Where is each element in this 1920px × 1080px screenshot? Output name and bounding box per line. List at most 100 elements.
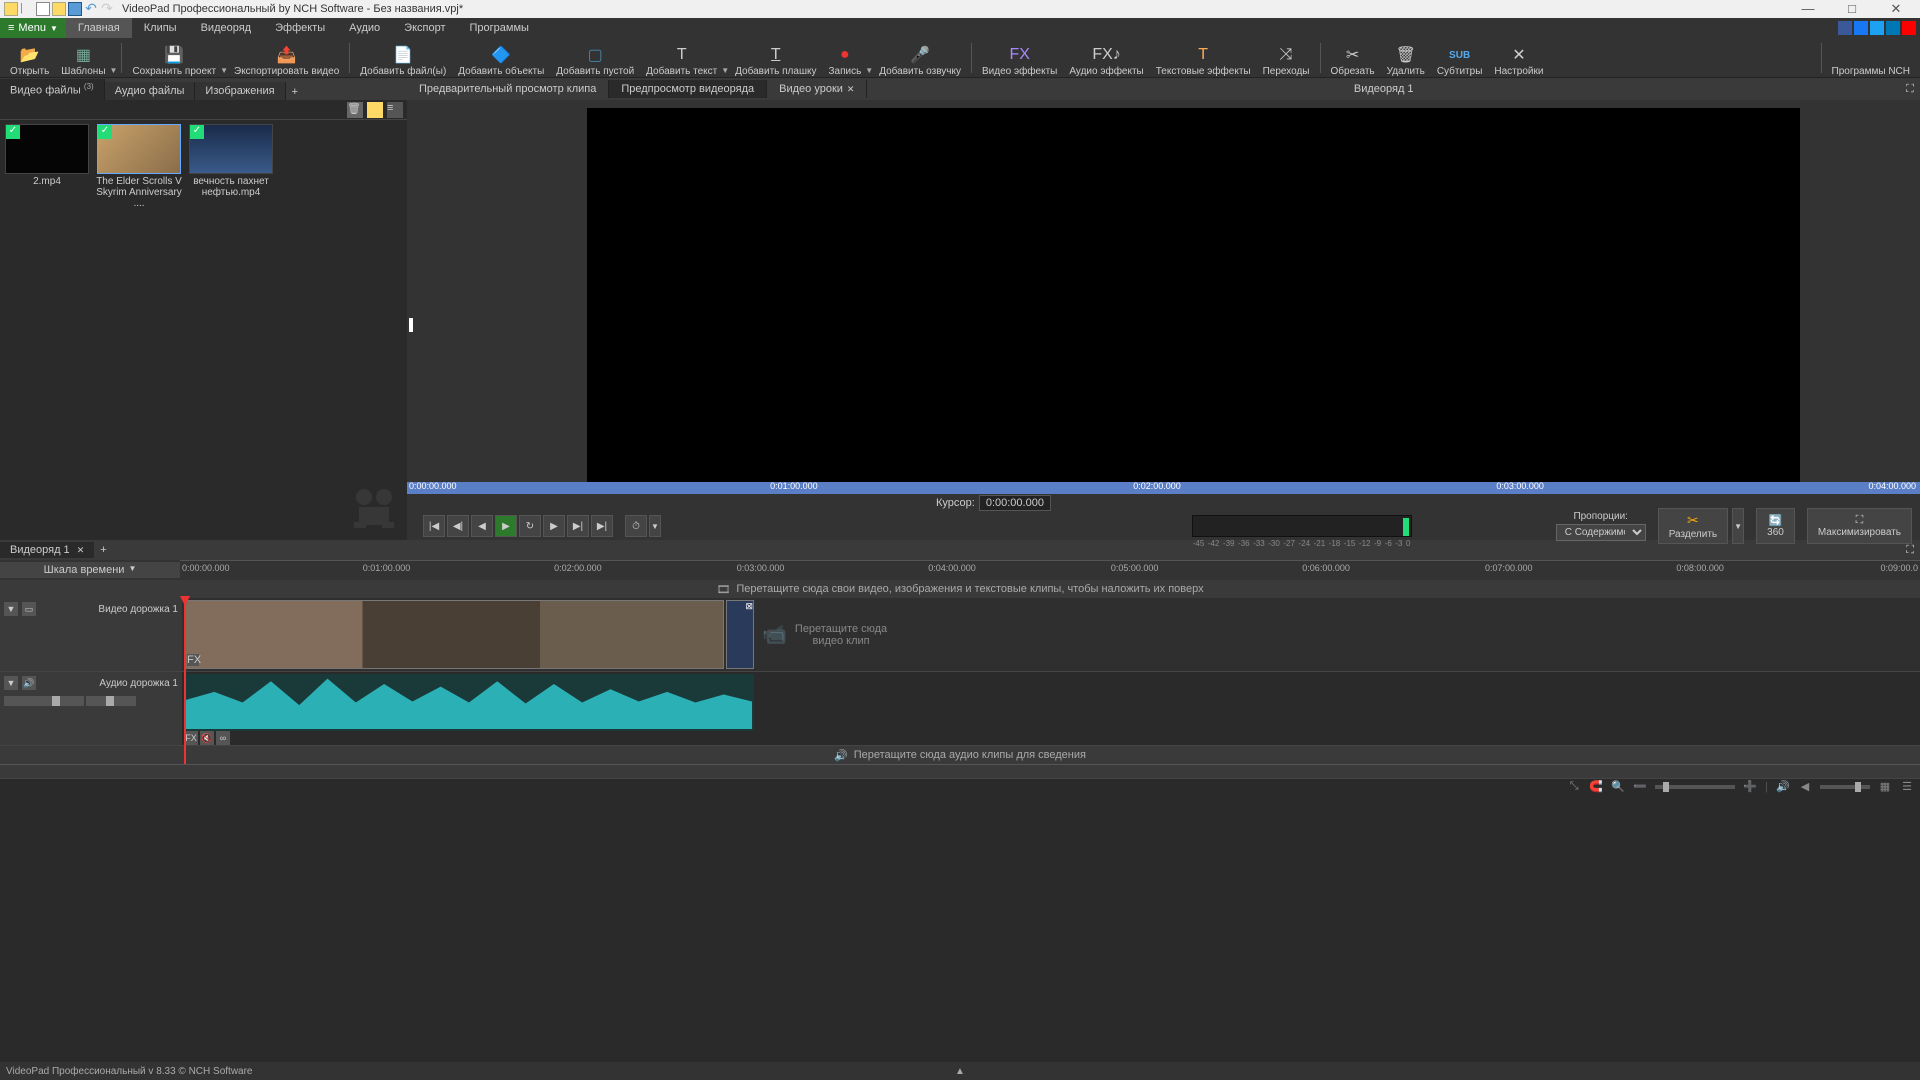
- tab-clips[interactable]: Клипы: [132, 18, 189, 38]
- playhead[interactable]: [184, 598, 186, 764]
- timeline-tab-add[interactable]: +: [94, 542, 112, 558]
- preview-tab-sequence[interactable]: Предпросмотр видеоряда: [609, 80, 767, 98]
- track-mute-icon[interactable]: 🔊: [22, 676, 36, 690]
- preview-tab-clip[interactable]: Предварительный просмотр клипа: [407, 80, 609, 98]
- delete-button[interactable]: 🗑 Удалить: [1381, 38, 1431, 77]
- speed-button[interactable]: ⏱: [625, 515, 647, 537]
- templates-button[interactable]: ▦ Шаблоны: [55, 38, 111, 77]
- cursor-time-field[interactable]: 0:00:00.000: [979, 495, 1051, 511]
- tab-home[interactable]: Главная: [66, 18, 132, 38]
- export-video-button[interactable]: 📤 Экспортировать видео: [228, 38, 345, 77]
- crop-button[interactable]: ✂ Обрезать: [1325, 38, 1381, 77]
- zoom-in-icon[interactable]: ➕: [1743, 780, 1757, 794]
- close-button[interactable]: ✕: [1876, 1, 1916, 17]
- tab-programs[interactable]: Программы: [458, 18, 541, 38]
- dropdown-icon[interactable]: ▼: [110, 66, 118, 75]
- magnet-icon[interactable]: 🧲: [1589, 780, 1603, 794]
- bin-item[interactable]: ✓ The Elder Scrolls V Skyrim Anniversary…: [96, 124, 182, 209]
- add-text-button[interactable]: T Добавить текст: [640, 38, 723, 77]
- clip-fx-icon[interactable]: FX: [184, 731, 198, 745]
- volume-slider[interactable]: [4, 696, 84, 706]
- track-collapse-icon[interactable]: ▼: [4, 602, 18, 616]
- timescale-dropdown[interactable]: Шкала времени ▼: [0, 562, 180, 578]
- zoom-fit-icon[interactable]: 🔍: [1611, 780, 1625, 794]
- dropdown-icon[interactable]: ▼: [865, 66, 873, 75]
- clip-link-icon[interactable]: ∞: [216, 731, 230, 745]
- bin-tab-add[interactable]: +: [286, 84, 304, 100]
- tab-sequence[interactable]: Видеоряд: [189, 18, 264, 38]
- bin-tab-video[interactable]: Видео файлы (3): [0, 79, 105, 100]
- audio-clip[interactable]: [184, 674, 754, 731]
- timeline-ruler[interactable]: 0:00:00.000 0:01:00.000 0:02:00.000 0:03…: [180, 560, 1920, 580]
- bin-view-list-icon[interactable]: ≡: [387, 102, 403, 118]
- timeline-sequence-tab[interactable]: Видеоряд 1 ✕: [0, 542, 94, 558]
- add-objects-button[interactable]: 🔷 Добавить объекты: [452, 38, 550, 77]
- bin-view-grid-icon[interactable]: [367, 102, 383, 118]
- speed-dropdown[interactable]: ▼: [649, 515, 661, 537]
- next-frame-button[interactable]: ▶: [543, 515, 565, 537]
- audio-drop-hint[interactable]: 🔊 Перетащите сюда аудио клипы для сведен…: [0, 746, 1920, 764]
- facebook-icon[interactable]: [1854, 21, 1868, 35]
- record-button[interactable]: ● Запись: [822, 38, 867, 77]
- audio-track-body[interactable]: FX 🔇 ∞: [182, 672, 1920, 745]
- subtitles-button[interactable]: SUB Субтитры: [1431, 38, 1489, 77]
- timeline-view-icon[interactable]: ☰: [1900, 780, 1914, 794]
- save-project-button[interactable]: 💾 Сохранить проект: [126, 38, 222, 77]
- zoom-out-icon[interactable]: ➖: [1633, 780, 1647, 794]
- new-project-icon[interactable]: [36, 2, 50, 16]
- tab-audio[interactable]: Аудио: [337, 18, 392, 38]
- overlay-drop-hint[interactable]: 🎞 Перетащите сюда свои видео, изображени…: [0, 580, 1920, 598]
- split-dropdown[interactable]: ▼: [1732, 508, 1744, 544]
- maximize-button[interactable]: □: [1832, 1, 1872, 17]
- rotate360-button[interactable]: 🔄 360: [1756, 508, 1795, 544]
- bin-delete-icon[interactable]: 🗑: [347, 102, 363, 118]
- video-track-body[interactable]: FX ⊠ 📹 Перетащите сюда видео клип: [182, 598, 1920, 671]
- save-disk-icon[interactable]: [68, 2, 82, 16]
- redo-icon[interactable]: ↷: [100, 2, 114, 16]
- preview-mini-timeline[interactable]: 0:00:00.000 0:01:00.000 0:02:00.000 0:03…: [407, 482, 1920, 494]
- step-back-button[interactable]: ◀|: [447, 515, 469, 537]
- bin-item[interactable]: ✓ вечность пахнет нефтью.mp4: [188, 124, 274, 209]
- twitter-icon[interactable]: [1870, 21, 1884, 35]
- storyboard-icon[interactable]: ▦: [1878, 780, 1892, 794]
- volume-slider[interactable]: [1820, 785, 1870, 789]
- tab-export[interactable]: Экспорт: [392, 18, 457, 38]
- video-drop-zone[interactable]: 📹 Перетащите сюда видео клип: [762, 598, 887, 671]
- timeline-expand-icon[interactable]: ⛶: [1900, 544, 1920, 557]
- settings-button[interactable]: ✕ Настройки: [1488, 38, 1549, 77]
- bin-tab-images[interactable]: Изображения: [195, 82, 285, 100]
- save-icon[interactable]: [52, 2, 66, 16]
- bin-item[interactable]: ✓ 2.mp4: [4, 124, 90, 209]
- maximize-preview-button[interactable]: ⛶ Максимизировать: [1807, 508, 1912, 544]
- bin-content[interactable]: ✓ 2.mp4 ✓ The Elder Scrolls V Skyrim Ann…: [0, 120, 407, 540]
- undo-icon[interactable]: ↶: [84, 2, 98, 16]
- prev-frame-button[interactable]: ◀: [471, 515, 493, 537]
- volume-icon[interactable]: 🔊: [1776, 780, 1790, 794]
- text-effects-button[interactable]: T Текстовые эффекты: [1150, 38, 1257, 77]
- add-overlay-button[interactable]: T̲ Добавить плашку: [729, 38, 822, 77]
- audio-effects-button[interactable]: FX♪ Аудио эффекты: [1063, 38, 1149, 77]
- step-forward-button[interactable]: ▶|: [567, 515, 589, 537]
- linkedin-icon[interactable]: [1886, 21, 1900, 35]
- clip-mute-icon[interactable]: 🔇: [200, 731, 214, 745]
- add-narration-button[interactable]: 🎤 Добавить озвучку: [873, 38, 967, 77]
- clip-close-icon[interactable]: ⊠: [745, 601, 753, 612]
- transitions-button[interactable]: ⤨ Переходы: [1257, 38, 1316, 77]
- pan-slider[interactable]: [86, 696, 136, 706]
- add-blank-button[interactable]: ▢ Добавить пустой: [550, 38, 640, 77]
- close-icon[interactable]: ✕: [847, 84, 855, 94]
- play-button[interactable]: ▶: [495, 515, 517, 537]
- video-effects-button[interactable]: FX Видео эффекты: [976, 38, 1063, 77]
- add-files-button[interactable]: 📄 Добавить файл(ы): [354, 38, 452, 77]
- goto-end-button[interactable]: ▶|: [591, 515, 613, 537]
- zoom-slider[interactable]: [1655, 785, 1735, 789]
- loop-button[interactable]: ↻: [519, 515, 541, 537]
- youtube-icon[interactable]: [1902, 21, 1916, 35]
- track-visible-icon[interactable]: ▭: [22, 602, 36, 616]
- mute-icon[interactable]: ◀: [1798, 780, 1812, 794]
- horizontal-scrollbar[interactable]: [0, 764, 1920, 778]
- open-button[interactable]: 📂 Открыть: [4, 38, 55, 77]
- split-button[interactable]: ✂ Разделить: [1658, 508, 1728, 544]
- preview-tab-tutorials[interactable]: Видео уроки✕: [767, 80, 867, 98]
- goto-start-button[interactable]: |◀: [423, 515, 445, 537]
